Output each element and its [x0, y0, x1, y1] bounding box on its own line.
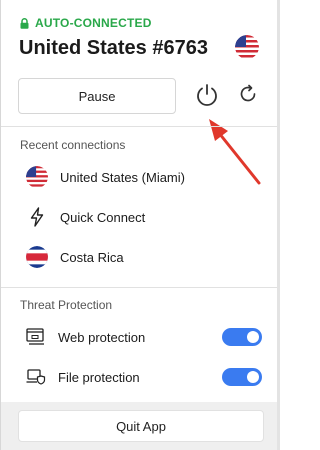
- us-flag-icon: [26, 166, 48, 188]
- window-scrollbar[interactable]: [277, 0, 280, 450]
- file-protection-row: File protection: [26, 366, 140, 388]
- laptop-shield-icon: [26, 367, 46, 387]
- recent-item-label: Costa Rica: [60, 249, 124, 265]
- connection-status: AUTO-CONNECTED: [20, 16, 152, 30]
- refresh-icon: [240, 84, 256, 102]
- reconnect-button[interactable]: [237, 83, 259, 105]
- browser-shield-icon: [26, 327, 46, 347]
- recent-item-label: United States (Miami): [60, 169, 185, 185]
- recent-item-us-miami[interactable]: United States (Miami): [26, 165, 185, 189]
- server-name: United States #6763: [19, 37, 208, 59]
- status-label: AUTO-CONNECTED: [35, 16, 152, 30]
- threat-protection-heading: Threat Protection: [20, 298, 113, 312]
- costa-rica-flag-icon: [26, 246, 48, 268]
- recent-connections-heading: Recent connections: [20, 138, 126, 152]
- divider: [1, 287, 277, 288]
- web-protection-toggle[interactable]: [222, 328, 262, 346]
- power-icon: [197, 84, 217, 106]
- pause-button[interactable]: Pause: [18, 78, 176, 114]
- recent-item-quick-connect[interactable]: Quick Connect: [26, 205, 145, 229]
- lock-icon: [20, 17, 29, 29]
- web-protection-label: Web protection: [58, 329, 146, 345]
- window-border-left: [0, 0, 1, 450]
- us-flag-icon: [235, 35, 259, 59]
- recent-item-label: Quick Connect: [60, 209, 146, 225]
- web-protection-row: Web protection: [26, 326, 145, 348]
- recent-item-costa-rica[interactable]: Costa Rica: [26, 245, 124, 269]
- bolt-icon: [26, 206, 48, 228]
- power-disconnect-button[interactable]: [194, 82, 220, 108]
- quit-app-button[interactable]: Quit App: [18, 410, 264, 442]
- divider: [1, 126, 277, 127]
- file-protection-toggle[interactable]: [222, 368, 262, 386]
- file-protection-label: File protection: [58, 369, 140, 385]
